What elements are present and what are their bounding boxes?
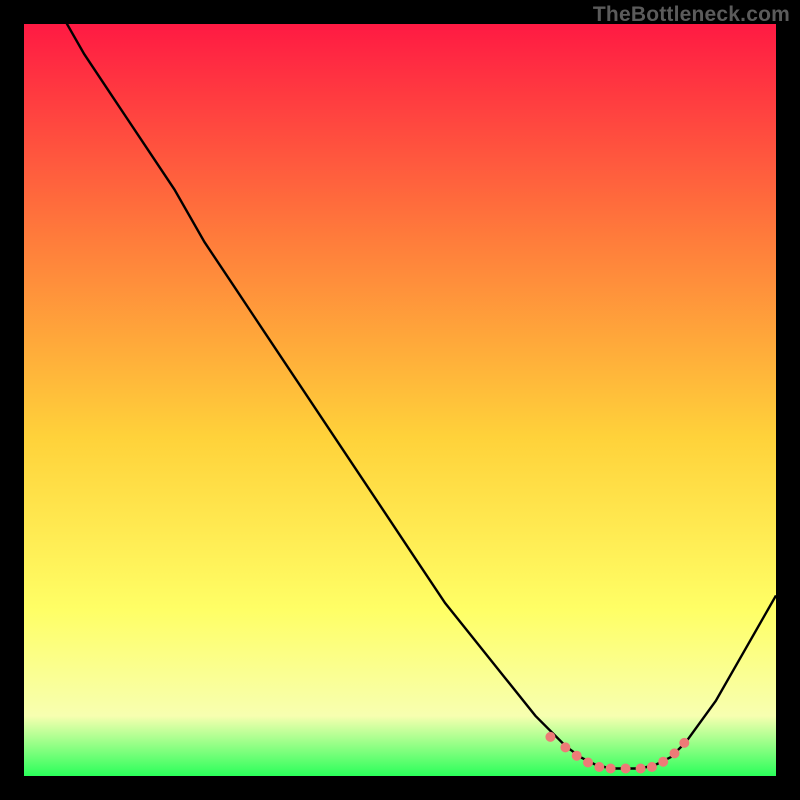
optimal-dot <box>572 751 582 761</box>
optimal-dot <box>606 764 616 774</box>
optimal-dot <box>583 758 593 768</box>
optimal-dot <box>658 757 668 767</box>
optimal-dot <box>670 748 680 758</box>
chart-svg <box>24 24 776 776</box>
optimal-dot <box>621 764 631 774</box>
optimal-dot <box>560 742 570 752</box>
optimal-dot <box>636 764 646 774</box>
gradient-background <box>24 24 776 776</box>
chart-frame: TheBottleneck.com <box>0 0 800 800</box>
chart-plot-area <box>24 24 776 776</box>
optimal-dot <box>545 732 555 742</box>
optimal-dot <box>594 762 604 772</box>
optimal-dot <box>679 738 689 748</box>
optimal-dot <box>647 762 657 772</box>
